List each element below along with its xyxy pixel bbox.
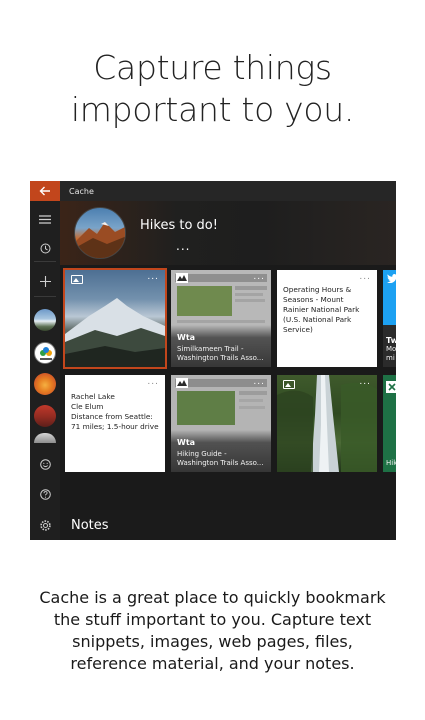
notes-label: Notes [71, 517, 109, 533]
headline-line-1: Capture things [93, 48, 332, 87]
app-window: Cache Hikes to do! ... ... ... Wta Simil… [30, 181, 396, 540]
description-line-1: Cache is a great place to quickly bookma… [39, 588, 386, 607]
image-type-icon [71, 275, 83, 284]
tile-site-name: Wta [177, 438, 196, 447]
note-line-2: Cle Elum [71, 402, 104, 411]
collection-avatar-partial[interactable] [34, 433, 56, 443]
tile-caption: Mo mi [386, 345, 396, 362]
wta-logo-icon [176, 273, 188, 283]
rio-logo-icon [40, 347, 52, 360]
tile-caption: Hik [386, 459, 396, 467]
collection-avatar-mountain[interactable] [34, 309, 56, 331]
collection-title: Hikes to do! [140, 218, 218, 233]
mountain-image [65, 298, 165, 367]
tile-note-operating-hours[interactable]: ... Operating Hours & Seasons - Mount Ra… [277, 270, 377, 367]
sidebar [30, 201, 60, 540]
gear-icon [39, 519, 51, 531]
twitter-bird-icon [387, 274, 396, 283]
note-line-1: Rachel Lake [71, 392, 115, 401]
tile-note-rachel-lake[interactable]: ... Rachel Lake Cle Elum Distance from S… [65, 375, 165, 472]
tile-image-waterfall[interactable]: ... [277, 375, 377, 472]
notes-bar[interactable]: Notes [60, 510, 396, 540]
tile-more-button[interactable]: ... [359, 377, 371, 387]
tile-more-button[interactable]: ... [147, 377, 159, 387]
tile-web-hiking-guide[interactable]: ... Wta Hiking Guide - Washington Trails… [171, 375, 271, 472]
tile-more-button[interactable]: ... [253, 377, 265, 387]
excel-file-icon [386, 381, 396, 393]
help-icon [39, 488, 51, 500]
note-line-3: Distance from Seattle: 71 miles; 1.5-hou… [71, 412, 159, 431]
description-line-2: the stuff important to you. Capture text [53, 610, 372, 629]
tile-twitter-partial[interactable]: Tw Mo mi [383, 270, 396, 367]
collection-avatar-sunset[interactable] [34, 373, 56, 395]
collection-avatar-red[interactable] [34, 405, 56, 427]
collection-banner: Hikes to do! ... [60, 201, 396, 265]
tile-web-similkameen[interactable]: ... Wta Similkameen Trail - Washington T… [171, 270, 271, 367]
description-line-4: reference material, and your notes. [70, 654, 355, 673]
title-bar: Cache [30, 181, 396, 201]
back-arrow-icon [39, 186, 50, 196]
headline: Capture things important to you. [0, 47, 425, 131]
emoji-icon [39, 458, 51, 470]
tile-more-button[interactable]: ... [359, 272, 371, 282]
menu-button[interactable] [30, 209, 60, 229]
plus-icon [39, 275, 51, 287]
tile-note-text: Operating Hours & Seasons - Mount Rainie… [283, 285, 360, 334]
mountain-photo [75, 222, 125, 258]
collection-avatar-rio[interactable] [34, 342, 56, 364]
history-icon [40, 243, 50, 253]
tile-excel-partial[interactable]: Hik [383, 375, 396, 472]
tile-caption: Hiking Guide - Washington Trails Asso... [177, 450, 264, 467]
description-line-3: snippets, images, web pages, files, [72, 632, 353, 651]
sidebar-divider [34, 261, 56, 262]
collection-avatar [74, 207, 126, 259]
sidebar-divider [34, 296, 56, 297]
tile-caption: Similkameen Trail - Washington Trails As… [177, 345, 264, 362]
tile-more-button[interactable]: ... [253, 272, 265, 282]
image-type-icon [283, 380, 295, 389]
back-button[interactable] [30, 181, 60, 201]
items-grid: ... ... Wta Similkameen Trail - Washingt… [60, 265, 396, 510]
tile-site-name: Tw [386, 336, 396, 345]
headline-line-2: important to you. [70, 90, 355, 129]
tile-image-mountain[interactable]: ... [63, 268, 167, 369]
add-button[interactable] [30, 271, 60, 291]
description: Cache is a great place to quickly bookma… [20, 587, 405, 675]
hamburger-menu-icon [39, 214, 51, 224]
tile-site-name: Wta [177, 333, 196, 342]
app-title: Cache [69, 186, 94, 196]
tile-note-text: Rachel Lake Cle Elum Distance from Seatt… [71, 392, 159, 432]
help-button[interactable] [30, 484, 60, 504]
tile-more-button[interactable]: ... [147, 272, 159, 282]
emoji-button[interactable] [30, 454, 60, 474]
waterfall-image [277, 375, 377, 472]
history-button[interactable] [30, 238, 60, 258]
collection-more-button[interactable]: ... [176, 239, 190, 253]
settings-button[interactable] [30, 515, 60, 535]
wta-logo-icon [176, 378, 188, 388]
